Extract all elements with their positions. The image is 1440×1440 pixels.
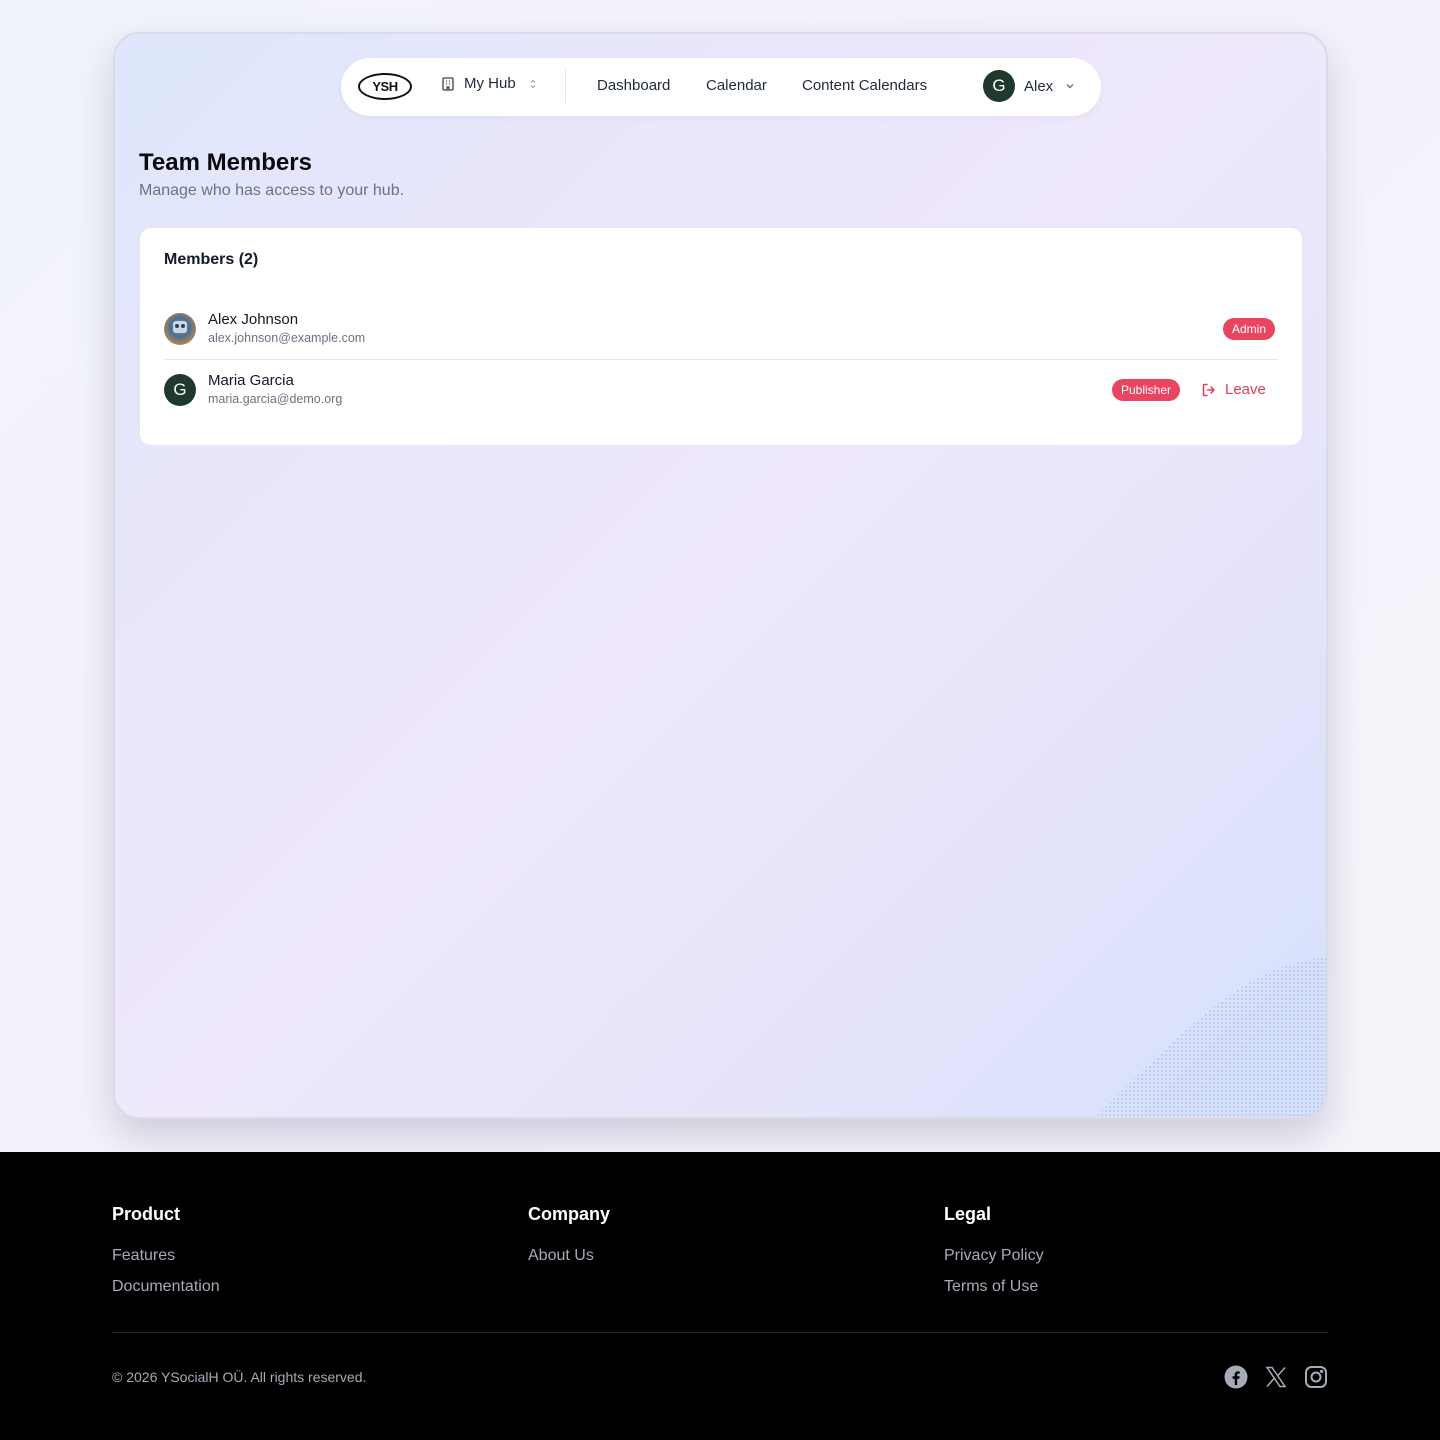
member-avatar	[164, 313, 196, 345]
members-card-title: Members (2)	[164, 251, 259, 268]
role-badge: Publisher	[1112, 379, 1181, 401]
nav-divider	[565, 69, 566, 103]
member-avatar: G	[164, 374, 196, 406]
footer-link-terms-of-use[interactable]: Terms of Use	[944, 1278, 1044, 1296]
page-title: Team Members	[139, 149, 312, 176]
footer-column-company: Company About Us	[528, 1204, 610, 1278]
dot-pattern-decoration	[1096, 957, 1326, 1117]
nav-link-calendar[interactable]: Calendar	[706, 77, 767, 94]
member-name: Maria Garcia	[208, 372, 294, 389]
members-card: Members (2) Alex Johnson alex.johnson@ex…	[139, 227, 1303, 446]
leave-label: Leave	[1225, 381, 1266, 398]
building-icon	[442, 76, 454, 91]
footer-divider	[112, 1332, 1328, 1333]
footer-heading: Legal	[944, 1204, 992, 1224]
hub-selector-label: My Hub	[464, 75, 516, 92]
app-frame: YSH My Hub Dashboard Calendar Content Ca…	[113, 32, 1328, 1119]
top-navigation: YSH My Hub Dashboard Calendar Content Ca…	[341, 58, 1101, 116]
member-name: Alex Johnson	[208, 311, 299, 328]
leave-button[interactable]: Leave	[1201, 381, 1266, 398]
footer-link-privacy-policy[interactable]: Privacy Policy	[944, 1247, 1044, 1265]
footer-heading: Company	[528, 1204, 611, 1224]
hub-selector[interactable]: My Hub	[440, 75, 538, 92]
footer-column-product: Product Features Documentation	[112, 1204, 220, 1309]
user-menu[interactable]: G Alex	[983, 70, 1076, 102]
footer-link-about-us[interactable]: About Us	[528, 1247, 610, 1265]
footer-link-documentation[interactable]: Documentation	[112, 1278, 220, 1296]
logout-icon	[1202, 383, 1215, 396]
footer-link-features[interactable]: Features	[112, 1247, 220, 1265]
nav-link-content-calendars[interactable]: Content Calendars	[802, 77, 927, 94]
member-email: alex.johnson@example.com	[208, 331, 366, 345]
nav-link-dashboard[interactable]: Dashboard	[597, 77, 670, 94]
member-row: G Maria Garcia maria.garcia@demo.org Pub…	[164, 361, 1278, 421]
footer: Product Features Documentation Company A…	[0, 1152, 1440, 1440]
user-name: Alex	[1024, 77, 1054, 95]
role-badge: Admin	[1223, 318, 1276, 340]
chevron-up-down-icon	[530, 79, 536, 88]
copyright: © 2026 YSocialH OÜ. All rights reserved.	[112, 1369, 367, 1385]
member-email: maria.garcia@demo.org	[208, 392, 343, 406]
user-avatar: G	[983, 70, 1015, 102]
facebook-icon[interactable]	[1224, 1365, 1248, 1389]
chevron-down-icon	[1066, 84, 1074, 89]
instagram-icon[interactable]	[1304, 1365, 1328, 1389]
x-icon[interactable]	[1264, 1365, 1288, 1389]
footer-heading: Product	[112, 1204, 181, 1224]
member-row: Alex Johnson alex.johnson@example.com Ad…	[164, 300, 1278, 360]
logo[interactable]: YSH	[358, 73, 412, 100]
footer-column-legal: Legal Privacy Policy Terms of Use	[944, 1204, 1044, 1309]
page-subtitle: Manage who has access to your hub.	[139, 182, 405, 199]
